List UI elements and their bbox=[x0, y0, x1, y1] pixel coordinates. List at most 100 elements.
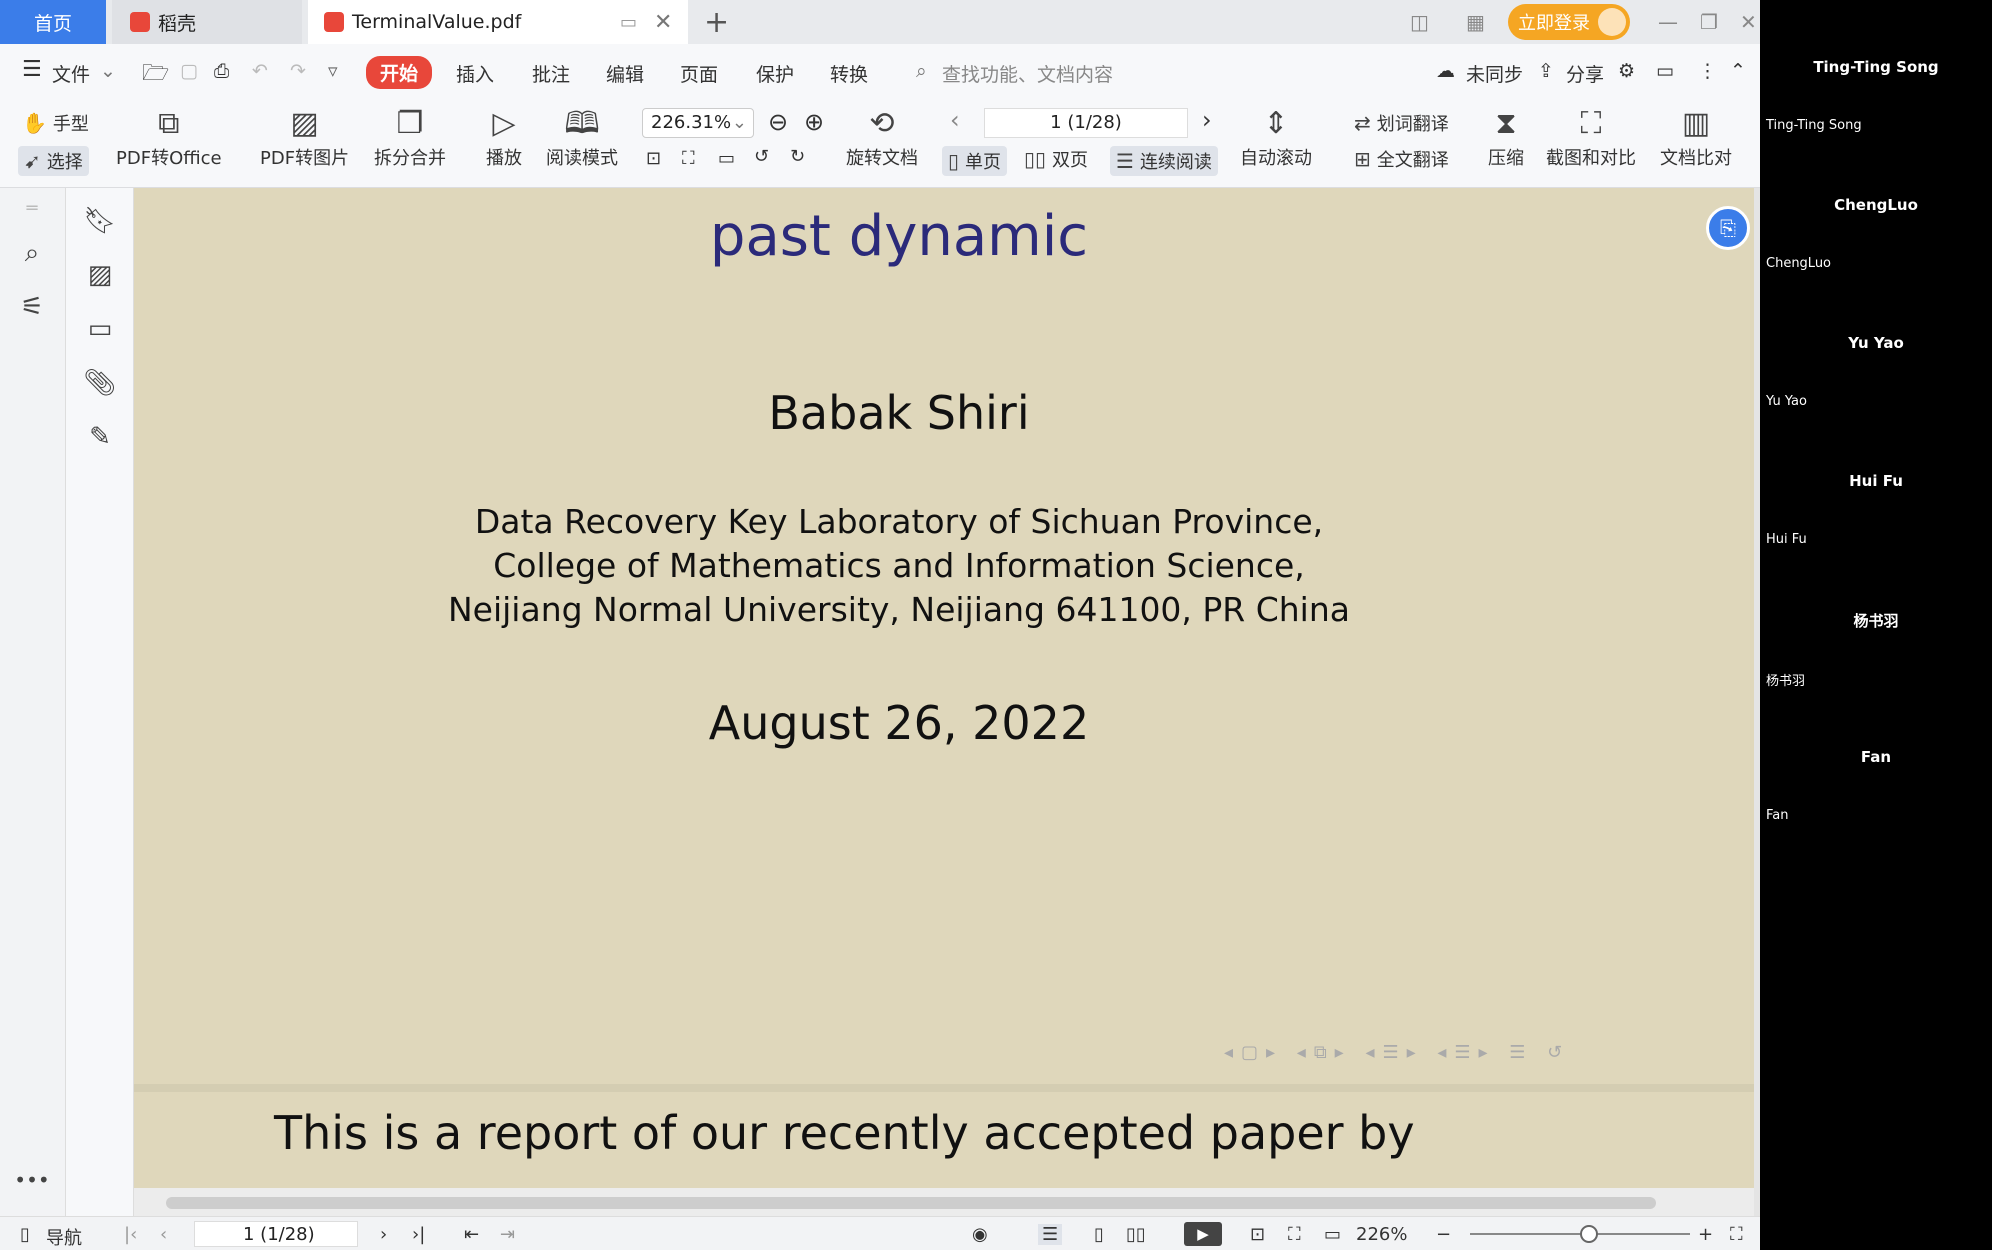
sync-status[interactable]: 未同步 bbox=[1466, 60, 1523, 87]
fit-width-icon[interactable]: ▭ bbox=[718, 148, 735, 169]
search-document-icon[interactable]: ⌕ bbox=[12, 238, 52, 269]
word-translate-button[interactable]: ⇄ 划词翻译 bbox=[1354, 110, 1449, 136]
new-tab-button[interactable]: + bbox=[704, 0, 734, 44]
screenshot-compare-button[interactable]: ⛶ 截图和对比 bbox=[1546, 104, 1636, 170]
horizontal-scrollbar[interactable] bbox=[134, 1188, 1754, 1216]
rotate-left-icon[interactable]: ↺ bbox=[754, 146, 769, 167]
back-icon[interactable]: ⇤ bbox=[464, 1224, 479, 1245]
comment-bubble-icon[interactable]: ▭ bbox=[80, 314, 120, 344]
single-page-button[interactable]: ▯ 单页 bbox=[942, 146, 1008, 176]
play-button[interactable]: ▷ 播放 bbox=[486, 104, 522, 170]
compress-button[interactable]: ⧗ 压缩 bbox=[1488, 104, 1524, 170]
last-page-icon[interactable]: ›| bbox=[412, 1224, 425, 1245]
save-icon[interactable]: ▢ bbox=[180, 60, 198, 82]
collapse-ribbon-icon[interactable]: ⌃ bbox=[1730, 60, 1746, 82]
comment-icon[interactable]: ▭ bbox=[1656, 60, 1674, 82]
zoom-in-icon[interactable]: ⊕ bbox=[804, 108, 824, 136]
actual-size-icon[interactable]: ⊡ bbox=[646, 148, 661, 169]
continuous-read-button[interactable]: ☰ 连续阅读 bbox=[1110, 146, 1218, 176]
fit-page-status-icon[interactable]: ⛶ bbox=[1288, 1224, 1301, 1245]
menu-convert[interactable]: 转换 bbox=[830, 60, 868, 87]
rotate-right-icon[interactable]: ↻ bbox=[790, 146, 805, 167]
auto-scroll-button[interactable]: ⇕ 自动滚动 bbox=[1240, 104, 1312, 170]
undo-icon[interactable]: ↶ bbox=[252, 60, 268, 82]
more-horizontal-icon[interactable]: ••• bbox=[12, 1168, 52, 1192]
chevron-down-icon[interactable]: ⌄ bbox=[100, 60, 116, 82]
share-icon[interactable]: ⇪ bbox=[1538, 60, 1554, 82]
eye-protect-icon[interactable]: ◉ bbox=[972, 1224, 988, 1245]
document-view[interactable]: past dynamic Babak Shiri Data Recovery K… bbox=[134, 188, 1754, 1188]
hand-tool-button[interactable]: ✋ 手型 bbox=[22, 110, 89, 136]
pdf-to-office-button[interactable]: ⧉ PDF转Office bbox=[116, 104, 222, 170]
nav-panel-icon[interactable]: ▯ bbox=[20, 1224, 30, 1245]
more-vertical-icon[interactable]: ⋮ bbox=[1698, 60, 1717, 82]
beamer-nav-controls[interactable]: ◂▢▸ ◂⧉▸ ◂☰▸ ◂☰▸ ☰ ↺ bbox=[1224, 1042, 1570, 1063]
status-zoom-value[interactable]: 226% bbox=[1356, 1224, 1407, 1245]
menu-page[interactable]: 页面 bbox=[680, 60, 718, 87]
filter-settings-icon[interactable]: ⚟ bbox=[12, 292, 52, 322]
nav-label[interactable]: 导航 bbox=[46, 1224, 82, 1250]
zoom-slider-handle[interactable] bbox=[1580, 1225, 1598, 1243]
menu-edit[interactable]: 编辑 bbox=[606, 60, 644, 87]
tab-home[interactable]: 首页 bbox=[0, 0, 106, 44]
signature-pen-icon[interactable]: ✎ bbox=[80, 422, 120, 452]
next-page-status-icon[interactable]: › bbox=[380, 1224, 387, 1245]
more-dropdown-icon[interactable]: ▿ bbox=[328, 60, 338, 82]
status-page-input[interactable]: 1 (1/28) bbox=[194, 1221, 358, 1247]
pin-tab-icon[interactable]: ▭ bbox=[620, 12, 637, 33]
share-button[interactable]: 分享 bbox=[1566, 60, 1604, 87]
horizontal-scroll-thumb[interactable] bbox=[166, 1197, 1656, 1209]
fullscreen-icon[interactable]: ⛶ bbox=[1730, 1224, 1743, 1245]
menu-insert[interactable]: 插入 bbox=[456, 60, 494, 87]
bookmark-icon[interactable]: 🔖︎ bbox=[80, 206, 120, 236]
double-view-icon[interactable]: ▯▯ bbox=[1126, 1224, 1146, 1245]
login-button[interactable]: 立即登录 bbox=[1508, 4, 1630, 40]
thumbnail-image-icon[interactable]: ▨ bbox=[80, 260, 120, 290]
double-page-button[interactable]: ▯▯ 双页 bbox=[1024, 146, 1088, 172]
full-translate-button[interactable]: ⊞ 全文翻译 bbox=[1354, 146, 1449, 172]
tab-daoke[interactable]: 稻壳 bbox=[112, 0, 302, 44]
redo-icon[interactable]: ↷ bbox=[290, 60, 306, 82]
zoom-out-icon[interactable]: ⊖ bbox=[768, 108, 788, 136]
prev-page-icon[interactable]: ‹ bbox=[950, 106, 960, 134]
zoom-slider[interactable] bbox=[1470, 1225, 1690, 1243]
open-folder-icon[interactable]: 🗁 bbox=[142, 56, 169, 94]
attachment-paperclip-icon[interactable]: 📎︎ bbox=[80, 368, 120, 398]
menu-protect[interactable]: 保护 bbox=[756, 60, 794, 87]
float-ocr-button[interactable]: ⎘ bbox=[1706, 206, 1750, 250]
read-mode-button[interactable]: 🕮 阅读模式 bbox=[546, 104, 618, 170]
rotate-document-button[interactable]: ⟲ 旋转文档 bbox=[846, 104, 918, 170]
select-tool-button[interactable]: ➹ 选择 bbox=[18, 146, 89, 176]
hamburger-icon[interactable]: ☰ bbox=[22, 57, 42, 82]
doc-compare-button[interactable]: ▥ 文档比对 bbox=[1660, 104, 1732, 170]
settings-gear-icon[interactable]: ⚙ bbox=[1618, 60, 1635, 82]
apps-grid-icon[interactable]: ▦ bbox=[1466, 10, 1485, 34]
cloud-sync-icon[interactable]: ☁ bbox=[1436, 60, 1455, 82]
fit-page-icon[interactable]: ⛶ bbox=[682, 148, 695, 169]
first-page-icon[interactable]: |‹ bbox=[124, 1224, 137, 1245]
play-slideshow-button[interactable]: ▶ bbox=[1184, 1222, 1222, 1246]
restore-icon[interactable]: ❐ bbox=[1700, 10, 1718, 34]
single-view-icon[interactable]: ▯ bbox=[1094, 1224, 1104, 1245]
layout-icon[interactable]: ◫ bbox=[1410, 10, 1429, 34]
zoom-select[interactable]: 226.31% ⌄ bbox=[642, 108, 754, 138]
prev-page-status-icon[interactable]: ‹ bbox=[160, 1224, 167, 1245]
zoom-out-status-icon[interactable]: − bbox=[1436, 1224, 1451, 1245]
menu-file[interactable]: 文件 bbox=[52, 60, 90, 87]
split-merge-button[interactable]: ❐ 拆分合并 bbox=[374, 104, 446, 170]
search-icon[interactable]: ⌕ bbox=[916, 60, 927, 82]
page-number-input[interactable]: 1 (1/28) bbox=[984, 108, 1188, 138]
zoom-in-status-icon[interactable]: + bbox=[1698, 1224, 1713, 1245]
forward-icon[interactable]: ⇥ bbox=[500, 1224, 515, 1245]
tab-document[interactable]: TerminalValue.pdf ▭ ✕ bbox=[308, 0, 688, 44]
menu-start[interactable]: 开始 bbox=[366, 56, 433, 89]
minimize-icon[interactable]: — bbox=[1658, 10, 1678, 34]
close-tab-icon[interactable]: ✕ bbox=[654, 10, 672, 35]
print-icon[interactable]: ⎙ bbox=[214, 60, 229, 82]
menu-annotate[interactable]: 批注 bbox=[532, 60, 570, 87]
actual-size-status-icon[interactable]: ⊡ bbox=[1250, 1224, 1265, 1245]
fit-width-status-icon[interactable]: ▭ bbox=[1324, 1224, 1341, 1245]
continuous-view-icon[interactable]: ☰ bbox=[1038, 1224, 1063, 1245]
next-page-icon[interactable]: › bbox=[1202, 106, 1212, 134]
pdf-to-image-button[interactable]: ▨ PDF转图片 bbox=[260, 104, 349, 170]
